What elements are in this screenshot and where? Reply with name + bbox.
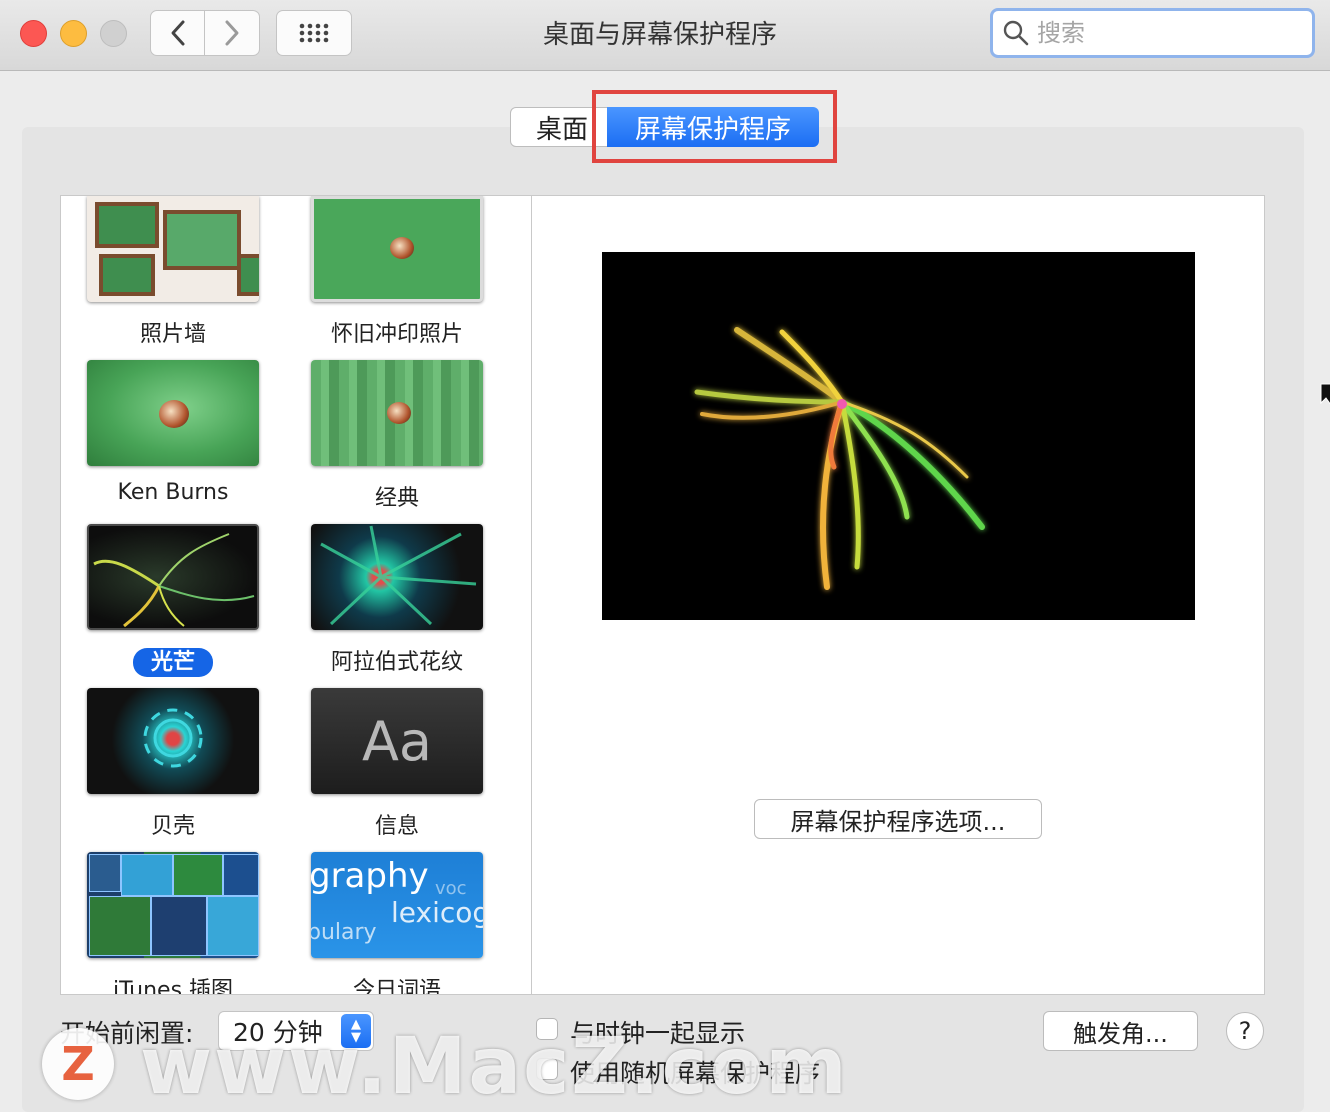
screensaver-itunes-artwork[interactable]: iTunes 插图 (87, 852, 259, 995)
screensaver-label: 经典 (311, 480, 483, 512)
screensaver-message[interactable]: Aa 信息 (311, 688, 483, 840)
screensaver-classic[interactable]: 经典 (311, 360, 483, 512)
thumbnail: graphy voc lexicog bulary (311, 852, 483, 958)
show-all-button[interactable] (276, 10, 352, 56)
window-title: 桌面与屏幕保护程序 (440, 14, 880, 51)
zoom-button[interactable] (100, 20, 127, 47)
screensaver-list[interactable]: 照片墙 怀旧冲印照片 Ken Burns 经典 光芒 (60, 195, 532, 995)
screensaver-photo-wall[interactable]: 照片墙 (87, 196, 259, 348)
screensaver-label: iTunes 插图 (87, 972, 259, 995)
message-sample-text: Aa (362, 710, 432, 773)
word-sample-1: graphy (311, 856, 429, 896)
screensaver-word-of-the-day[interactable]: graphy voc lexicog bulary 今日词语 (311, 852, 483, 995)
selected-label: 光芒 (133, 648, 213, 677)
forward-button[interactable] (205, 10, 260, 56)
watermark-text: www.MacZ.com (140, 1022, 849, 1112)
screensaver-shell[interactable]: 贝壳 (87, 688, 259, 840)
hot-corners-button[interactable]: 触发角... (1043, 1011, 1198, 1051)
grid-icon (299, 23, 329, 43)
screensaver-label: 信息 (311, 808, 483, 840)
word-sample-2: lexicog (391, 896, 483, 929)
screensaver-arabesque[interactable]: 阿拉伯式花纹 (311, 524, 483, 676)
minimize-button[interactable] (60, 20, 87, 47)
thumbnail (311, 196, 483, 302)
thumbnail (311, 360, 483, 466)
thumbnail (87, 688, 259, 794)
help-button[interactable]: ? (1226, 1012, 1264, 1050)
chevron-right-icon (223, 19, 241, 47)
search-input[interactable] (1035, 18, 1299, 48)
search-icon (1003, 20, 1029, 46)
mouse-cursor-icon (1320, 383, 1330, 409)
search-field[interactable] (990, 8, 1315, 58)
screensaver-options-button[interactable]: 屏幕保护程序选项... (754, 799, 1042, 839)
thumbnail (311, 524, 483, 630)
thumbnail: Aa (311, 688, 483, 794)
watermark-logo-letter: Z (61, 1037, 94, 1091)
screensaver-label: 阿拉伯式花纹 (311, 644, 483, 676)
watermark-logo: Z (42, 1028, 114, 1100)
screensaver-label: 怀旧冲印照片 (311, 316, 483, 348)
title-bar: 桌面与屏幕保护程序 (0, 0, 1330, 71)
screensaver-label-selected: 光芒 (87, 644, 259, 676)
close-button[interactable] (20, 20, 47, 47)
screensaver-ken-burns[interactable]: Ken Burns (87, 360, 259, 505)
chevron-left-icon (169, 19, 187, 47)
screensaver-flurry[interactable]: 光芒 (87, 524, 259, 676)
screensaver-vintage-prints[interactable]: 怀旧冲印照片 (311, 196, 483, 348)
screensaver-label: 照片墙 (87, 316, 259, 348)
screensaver-label: 今日词语 (311, 972, 483, 995)
word-sample-3: bulary (311, 920, 377, 945)
highlight-box (592, 90, 837, 163)
screensaver-label: 贝壳 (87, 808, 259, 840)
thumbnail (87, 524, 259, 630)
thumbnail (87, 852, 259, 958)
thumbnail (87, 196, 259, 302)
back-button[interactable] (150, 10, 205, 56)
flurry-preview-art (602, 252, 1195, 620)
screensaver-label: Ken Burns (87, 480, 259, 505)
screensaver-preview (602, 252, 1195, 620)
thumbnail (87, 360, 259, 466)
